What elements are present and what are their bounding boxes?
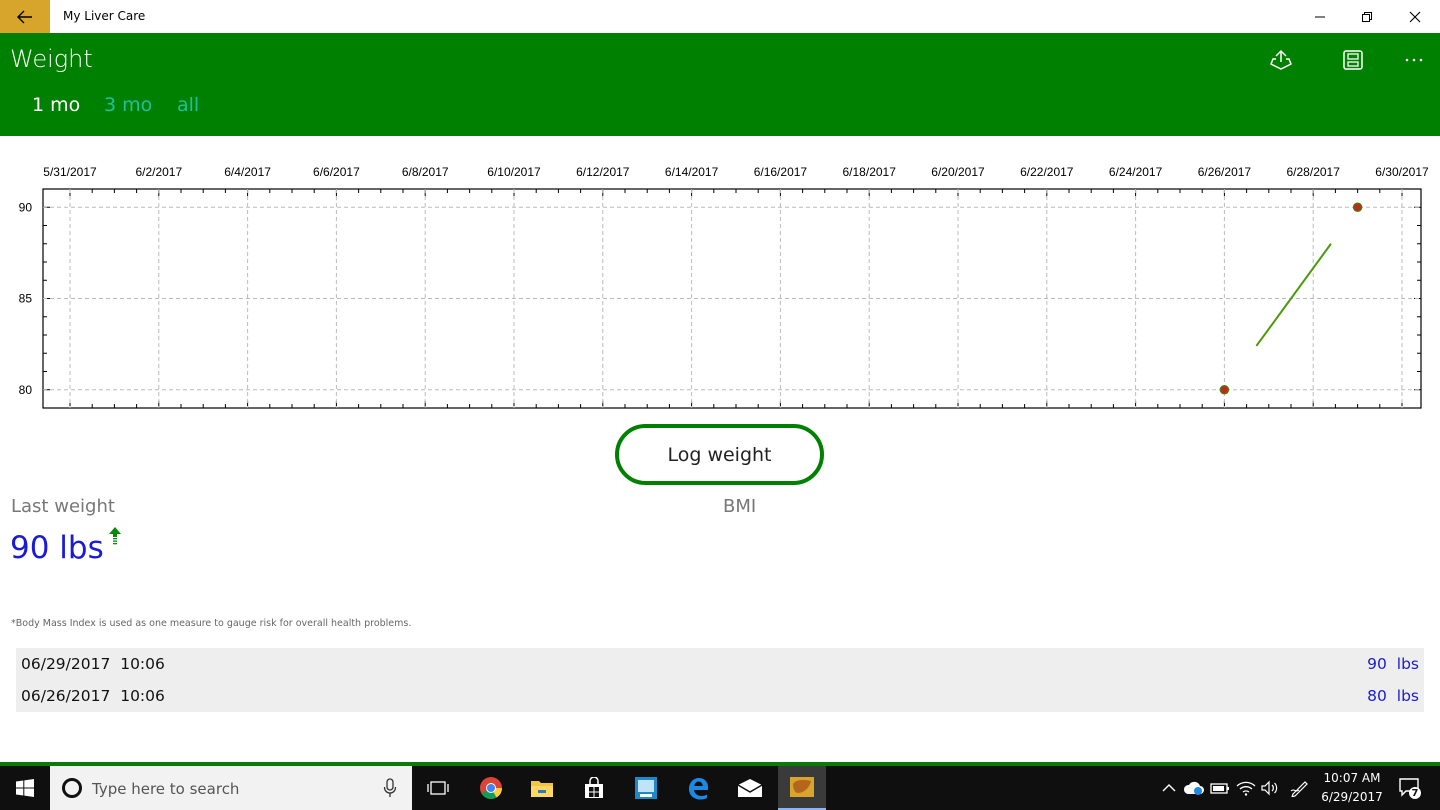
save-icon xyxy=(1343,50,1363,70)
entry-weight: 80 lbs xyxy=(1367,687,1419,705)
restore-icon xyxy=(1362,11,1372,22)
x-tick-label: 6/8/2017 xyxy=(402,165,449,179)
volume-icon xyxy=(1261,780,1278,796)
mail-icon xyxy=(737,779,763,797)
close-icon xyxy=(1409,11,1421,22)
data-point xyxy=(1219,385,1230,395)
battery-plug-icon xyxy=(1210,783,1229,794)
page-header: Weight 1 mo 3 mo all xyxy=(0,33,1440,136)
taskbar: Type here to search 10:07 AM 6/29/2017 7 xyxy=(0,766,1440,810)
save-button[interactable] xyxy=(1340,47,1366,73)
x-tick-label: 6/28/2017 xyxy=(1287,165,1341,179)
list-item[interactable]: 06/29/2017 10:06 90 lbs xyxy=(16,648,1424,680)
tab-all[interactable]: all xyxy=(177,94,199,116)
windows-icon xyxy=(16,779,34,797)
share-button[interactable] xyxy=(1268,47,1294,73)
search-placeholder: Type here to search xyxy=(92,780,240,798)
share-icon xyxy=(1270,49,1292,70)
file-explorer-icon xyxy=(531,781,553,797)
restore-button[interactable] xyxy=(1344,0,1390,33)
x-tick-label: 6/14/2017 xyxy=(665,165,719,179)
minimize-icon xyxy=(1315,16,1325,17)
x-tick-label: 6/20/2017 xyxy=(931,165,985,179)
x-tick-label: 6/10/2017 xyxy=(487,165,541,179)
y-tick-label: 80 xyxy=(19,383,33,397)
cloud-sync-icon xyxy=(1183,781,1204,795)
log-weight-button[interactable]: Log weight xyxy=(615,424,824,485)
title-bar: My Liver Care xyxy=(0,0,1440,33)
x-tick-label: 6/24/2017 xyxy=(1109,165,1163,179)
onedrive-tray[interactable] xyxy=(1183,777,1205,799)
weight-chart: 5/31/2017 6/2/2017 6/4/2017 6/6/2017 6/8/201… xyxy=(19,165,1429,409)
last-weight-value: 90 lbs xyxy=(10,530,104,566)
start-button[interactable] xyxy=(0,766,50,810)
x-tick-label: 6/16/2017 xyxy=(754,165,808,179)
show-hidden-icons-button[interactable] xyxy=(1158,777,1180,799)
more-icon xyxy=(1405,58,1423,62)
clock-time[interactable]: 10:07 AM xyxy=(1322,771,1382,785)
x-tick-label: 6/4/2017 xyxy=(224,165,271,179)
cortana-icon xyxy=(62,778,82,798)
app-button[interactable] xyxy=(622,766,670,810)
task-view-button[interactable] xyxy=(414,766,462,810)
entry-datetime: 06/29/2017 10:06 xyxy=(21,655,165,673)
back-button[interactable] xyxy=(0,0,50,33)
entry-datetime: 06/26/2017 10:06 xyxy=(21,687,165,705)
x-tick-label: 6/30/2017 xyxy=(1375,165,1429,179)
y-tick-label: 90 xyxy=(19,200,33,214)
task-view-icon xyxy=(427,781,449,795)
x-tick-label: 6/6/2017 xyxy=(313,165,360,179)
chevron-up-icon xyxy=(1162,784,1176,792)
bmi-label: BMI xyxy=(723,496,757,517)
file-explorer-button[interactable] xyxy=(518,766,566,810)
entry-weight: 90 lbs xyxy=(1367,655,1419,673)
clock-date[interactable]: 6/29/2017 xyxy=(1316,790,1388,804)
x-tick-label: 6/22/2017 xyxy=(1020,165,1074,179)
volume-tray[interactable] xyxy=(1259,777,1281,799)
wifi-icon xyxy=(1236,781,1256,796)
bmi-footnote: *Body Mass Index is used as one measure … xyxy=(11,618,412,629)
minimize-button[interactable] xyxy=(1297,0,1343,33)
microphone-icon[interactable] xyxy=(383,778,397,798)
x-tick-label: 6/12/2017 xyxy=(576,165,630,179)
list-item[interactable]: 06/26/2017 10:06 80 lbs xyxy=(16,680,1424,712)
data-point xyxy=(1352,202,1363,212)
wifi-tray[interactable] xyxy=(1235,777,1257,799)
mail-button[interactable] xyxy=(726,766,774,810)
my-liver-care-icon xyxy=(790,777,814,797)
x-tick-label: 6/18/2017 xyxy=(843,165,897,179)
app-icon xyxy=(635,777,657,799)
close-button[interactable] xyxy=(1392,0,1438,33)
tab-3-months[interactable]: 3 mo xyxy=(104,94,152,116)
trend-up-icon xyxy=(109,527,121,545)
my-liver-care-button[interactable] xyxy=(778,766,826,810)
back-arrow-icon xyxy=(17,10,32,23)
store-icon xyxy=(585,777,603,798)
taskbar-search[interactable]: Type here to search xyxy=(50,766,412,810)
x-tick-label: 6/26/2017 xyxy=(1198,165,1252,179)
battery-tray[interactable] xyxy=(1209,777,1231,799)
last-weight-label: Last weight xyxy=(11,496,115,517)
weight-history-list: 06/29/2017 10:06 90 lbs 06/26/2017 10:06… xyxy=(16,648,1424,712)
store-button[interactable] xyxy=(570,766,618,810)
chrome-icon xyxy=(480,777,502,799)
tab-1-month[interactable]: 1 mo xyxy=(32,94,80,116)
pen-tray[interactable] xyxy=(1289,777,1311,799)
x-tick-label: 5/31/2017 xyxy=(43,165,97,179)
more-button[interactable] xyxy=(1401,47,1427,73)
notification-count: 7 xyxy=(1411,788,1419,799)
page-title: Weight xyxy=(10,45,93,73)
x-tick-label: 6/2/2017 xyxy=(135,165,182,179)
pen-ink-icon xyxy=(1290,781,1308,797)
edge-icon xyxy=(689,778,708,800)
app-title: My Liver Care xyxy=(63,9,146,23)
edge-button[interactable] xyxy=(674,766,722,810)
y-tick-label: 85 xyxy=(19,292,33,306)
chrome-button[interactable] xyxy=(467,766,515,810)
